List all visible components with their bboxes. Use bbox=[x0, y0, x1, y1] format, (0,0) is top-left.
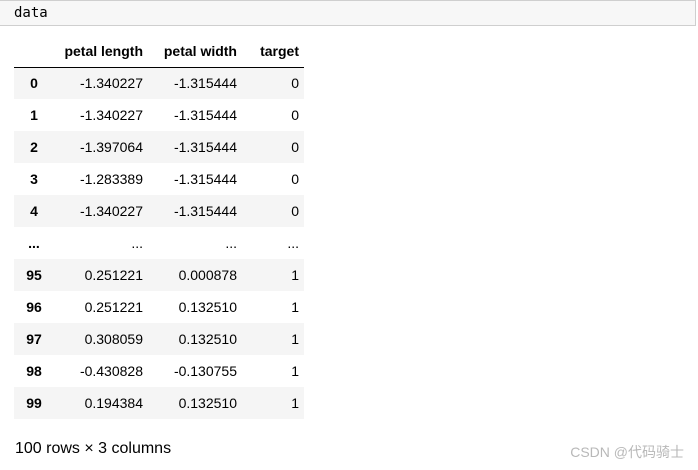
cell-target: 0 bbox=[291, 107, 299, 123]
row-index: 99 bbox=[26, 395, 42, 411]
cell-target: 1 bbox=[291, 331, 299, 347]
table-row: 4 -1.340227 -1.315444 0 bbox=[14, 195, 304, 227]
cell-petal-length: 0.251221 bbox=[84, 267, 143, 283]
cell-target: 1 bbox=[291, 267, 299, 283]
dataframe-shape-text: 100 rows × 3 columns bbox=[15, 440, 172, 457]
cell-petal-width: -1.315444 bbox=[173, 203, 237, 219]
cell-petal-length: -1.283389 bbox=[79, 171, 143, 187]
row-index: 1 bbox=[30, 107, 38, 123]
column-header-petal-length: petal length bbox=[54, 36, 148, 68]
cell-petal-width: -0.130755 bbox=[173, 363, 237, 379]
cell-petal-width: ... bbox=[225, 235, 237, 251]
table-row: 97 0.308059 0.132510 1 bbox=[14, 323, 304, 355]
row-index: 95 bbox=[26, 267, 42, 283]
row-index: 96 bbox=[26, 299, 42, 315]
cell-target: 0 bbox=[291, 171, 299, 187]
cell-petal-length: -0.430828 bbox=[79, 363, 143, 379]
cell-target: 0 bbox=[291, 139, 299, 155]
row-index: 4 bbox=[30, 203, 38, 219]
row-index: 97 bbox=[26, 331, 42, 347]
code-input-cell[interactable]: data bbox=[0, 0, 696, 26]
cell-petal-width: -1.315444 bbox=[173, 171, 237, 187]
cell-petal-length: -1.340227 bbox=[79, 75, 143, 92]
cell-petal-length: 0.308059 bbox=[84, 331, 143, 347]
table-row: 1 -1.340227 -1.315444 0 bbox=[14, 99, 304, 131]
row-index: 3 bbox=[30, 171, 38, 187]
cell-petal-width: -1.315444 bbox=[173, 107, 237, 123]
cell-petal-width: 0.000878 bbox=[178, 267, 237, 283]
code-text: data bbox=[14, 5, 48, 21]
row-index: 98 bbox=[26, 363, 42, 379]
table-row: 3 -1.283389 -1.315444 0 bbox=[14, 163, 304, 195]
column-header-target: target bbox=[242, 36, 304, 68]
cell-petal-length: 0.251221 bbox=[84, 299, 143, 315]
cell-petal-length: -1.340227 bbox=[79, 107, 143, 123]
cell-target: ... bbox=[287, 235, 299, 251]
cell-petal-width: -1.315444 bbox=[173, 75, 237, 92]
dataframe-table: petal length petal width target 0 -1.340… bbox=[14, 36, 304, 419]
table-row: 95 0.251221 0.000878 1 bbox=[14, 259, 304, 291]
watermark-text: CSDN @代码骑士 bbox=[570, 444, 684, 460]
cell-petal-width: 0.132510 bbox=[178, 299, 237, 315]
table-row-ellipsis: ... ... ... ... bbox=[14, 227, 304, 259]
cell-target: 1 bbox=[291, 363, 299, 379]
cell-petal-width: 0.132510 bbox=[178, 395, 237, 411]
row-index: 0 bbox=[30, 75, 38, 92]
table-row: 98 -0.430828 -0.130755 1 bbox=[14, 355, 304, 387]
cell-petal-length: -1.397064 bbox=[79, 139, 143, 155]
table-header-row: petal length petal width target bbox=[14, 36, 304, 68]
cell-target: 1 bbox=[291, 299, 299, 315]
cell-petal-length: -1.340227 bbox=[79, 203, 143, 219]
table-row: 96 0.251221 0.132510 1 bbox=[14, 291, 304, 323]
cell-petal-length: ... bbox=[131, 235, 143, 251]
cell-target: 1 bbox=[291, 395, 299, 411]
cell-target: 0 bbox=[291, 75, 299, 92]
table-row: 99 0.194384 0.132510 1 bbox=[14, 387, 304, 419]
cell-petal-width: 0.132510 bbox=[178, 331, 237, 347]
column-header-petal-width: petal width bbox=[148, 36, 242, 68]
table-row: 0 -1.340227 -1.315444 0 bbox=[14, 67, 304, 99]
row-index: 2 bbox=[30, 139, 38, 155]
cell-target: 0 bbox=[291, 203, 299, 219]
index-column-header bbox=[14, 36, 54, 68]
cell-petal-width: -1.315444 bbox=[173, 139, 237, 155]
row-index: ... bbox=[28, 235, 40, 251]
cell-petal-length: 0.194384 bbox=[84, 395, 143, 411]
table-row: 2 -1.397064 -1.315444 0 bbox=[14, 131, 304, 163]
